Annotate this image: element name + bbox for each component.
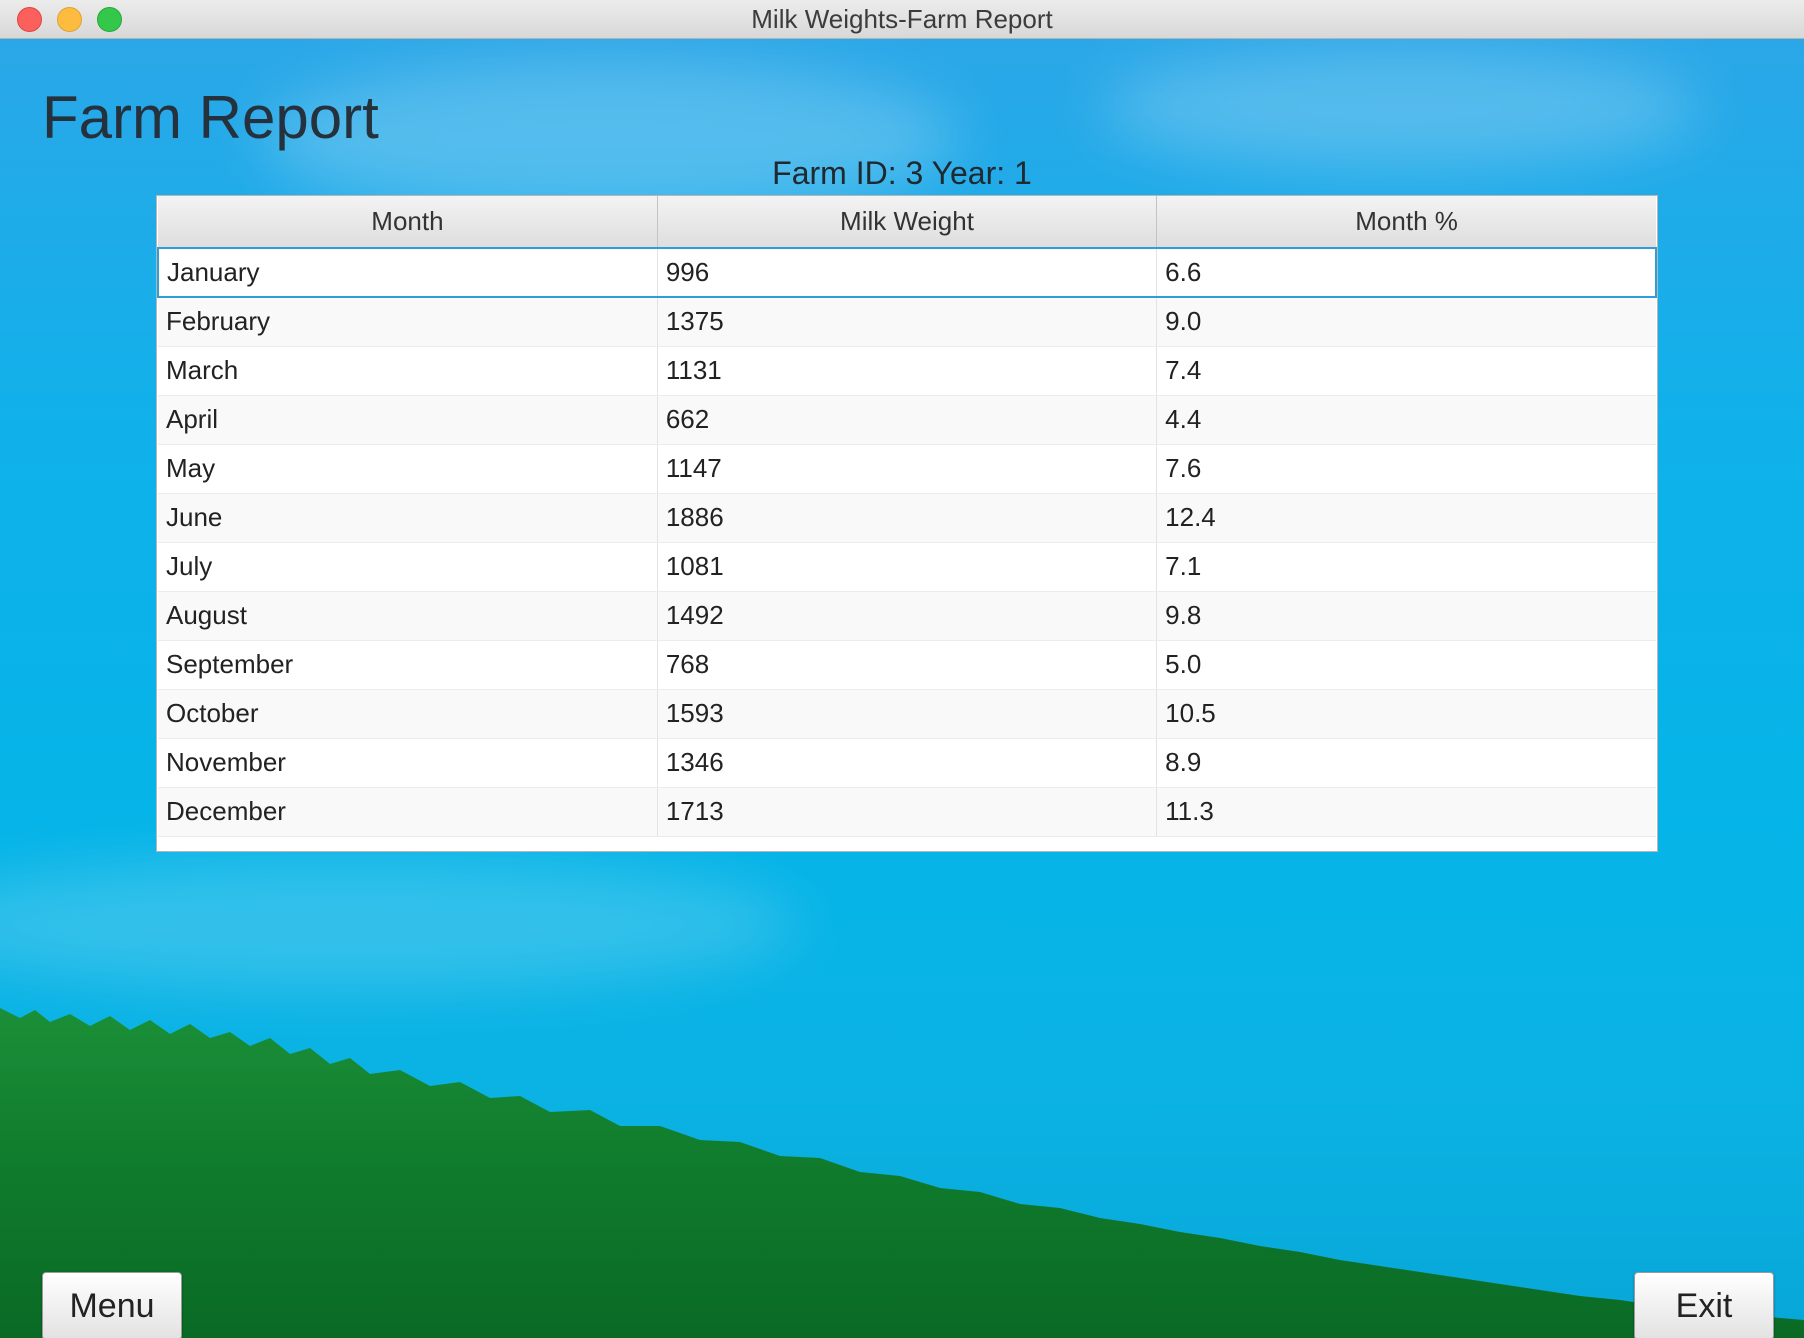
- cell-month: October: [158, 689, 658, 739]
- cell-month: February: [158, 297, 658, 347]
- cell-milk-weight: 662: [657, 395, 1158, 445]
- cell-milk-weight: 1081: [657, 542, 1158, 592]
- content-area: Farm Report Farm ID: 3 Year: 1 Month Mil…: [0, 39, 1804, 1338]
- table-row[interactable]: March 1131 7.4: [158, 346, 1656, 396]
- cell-month: April: [158, 395, 658, 445]
- cell-milk-weight: 768: [657, 640, 1158, 690]
- table-header-row: Month Milk Weight Month %: [158, 196, 1656, 249]
- cell-month: May: [158, 444, 658, 494]
- table-row[interactable]: May 1147 7.6: [158, 444, 1656, 494]
- cell-month-percent: 10.5: [1156, 689, 1656, 739]
- table-row[interactable]: July 1081 7.1: [158, 542, 1656, 592]
- cell-milk-weight: 1492: [657, 591, 1158, 641]
- cell-month-percent: 7.4: [1156, 346, 1656, 396]
- cell-month-percent: 12.4: [1156, 493, 1656, 543]
- cell-month: November: [158, 738, 658, 788]
- menu-button[interactable]: Menu: [42, 1272, 182, 1338]
- cell-milk-weight: 1593: [657, 689, 1158, 739]
- cell-month-percent: 9.8: [1156, 591, 1656, 641]
- cell-month: September: [158, 640, 658, 690]
- cell-month-percent: 9.0: [1156, 297, 1656, 347]
- cell-milk-weight: 1131: [657, 346, 1158, 396]
- table-row[interactable]: February 1375 9.0: [158, 297, 1656, 347]
- background-cloud: [0, 859, 800, 989]
- cell-month-percent: 6.6: [1156, 247, 1657, 298]
- cell-milk-weight: 1346: [657, 738, 1158, 788]
- column-header-month[interactable]: Month: [158, 196, 658, 249]
- column-header-milk-weight[interactable]: Milk Weight: [657, 196, 1158, 249]
- cell-month: August: [158, 591, 658, 641]
- cell-month-percent: 5.0: [1156, 640, 1656, 690]
- table-row[interactable]: June 1886 12.4: [158, 493, 1656, 543]
- cell-month-percent: 7.1: [1156, 542, 1656, 592]
- window-title: Milk Weights-Farm Report: [751, 4, 1053, 34]
- cell-month: December: [158, 787, 658, 837]
- cell-month-percent: 7.6: [1156, 444, 1656, 494]
- table-row[interactable]: August 1492 9.8: [158, 591, 1656, 641]
- table-row[interactable]: October 1593 10.5: [158, 689, 1656, 739]
- table-row[interactable]: November 1346 8.9: [158, 738, 1656, 788]
- cell-milk-weight: 1147: [657, 444, 1158, 494]
- table-row[interactable]: January 996 6.6: [157, 247, 1657, 298]
- cell-milk-weight: 996: [657, 247, 1158, 298]
- cell-month: January: [157, 247, 658, 298]
- table-row[interactable]: December 1713 11.3: [158, 787, 1656, 837]
- column-header-month-percent[interactable]: Month %: [1156, 196, 1656, 249]
- cell-month: March: [158, 346, 658, 396]
- cell-milk-weight: 1886: [657, 493, 1158, 543]
- cell-month-percent: 8.9: [1156, 738, 1656, 788]
- title-bar: Milk Weights-Farm Report: [0, 0, 1804, 39]
- table-row[interactable]: September 768 5.0: [158, 640, 1656, 690]
- forest-background-image: [0, 1008, 1804, 1338]
- exit-button[interactable]: Exit: [1634, 1272, 1774, 1338]
- background-cloud: [1100, 49, 1700, 169]
- cell-milk-weight: 1713: [657, 787, 1158, 837]
- app-window: Milk Weights-Farm Report Farm Report Far…: [0, 0, 1804, 1338]
- cell-month: July: [158, 542, 658, 592]
- cell-month-percent: 4.4: [1156, 395, 1656, 445]
- cell-milk-weight: 1375: [657, 297, 1158, 347]
- cell-month-percent: 11.3: [1156, 787, 1656, 837]
- table-row[interactable]: April 662 4.4: [158, 395, 1656, 445]
- page-title: Farm Report: [42, 84, 379, 151]
- report-table[interactable]: Month Milk Weight Month % January 996 6.…: [156, 195, 1658, 852]
- farm-id-year-label: Farm ID: 3 Year: 1: [772, 155, 1032, 191]
- cell-month: June: [158, 493, 658, 543]
